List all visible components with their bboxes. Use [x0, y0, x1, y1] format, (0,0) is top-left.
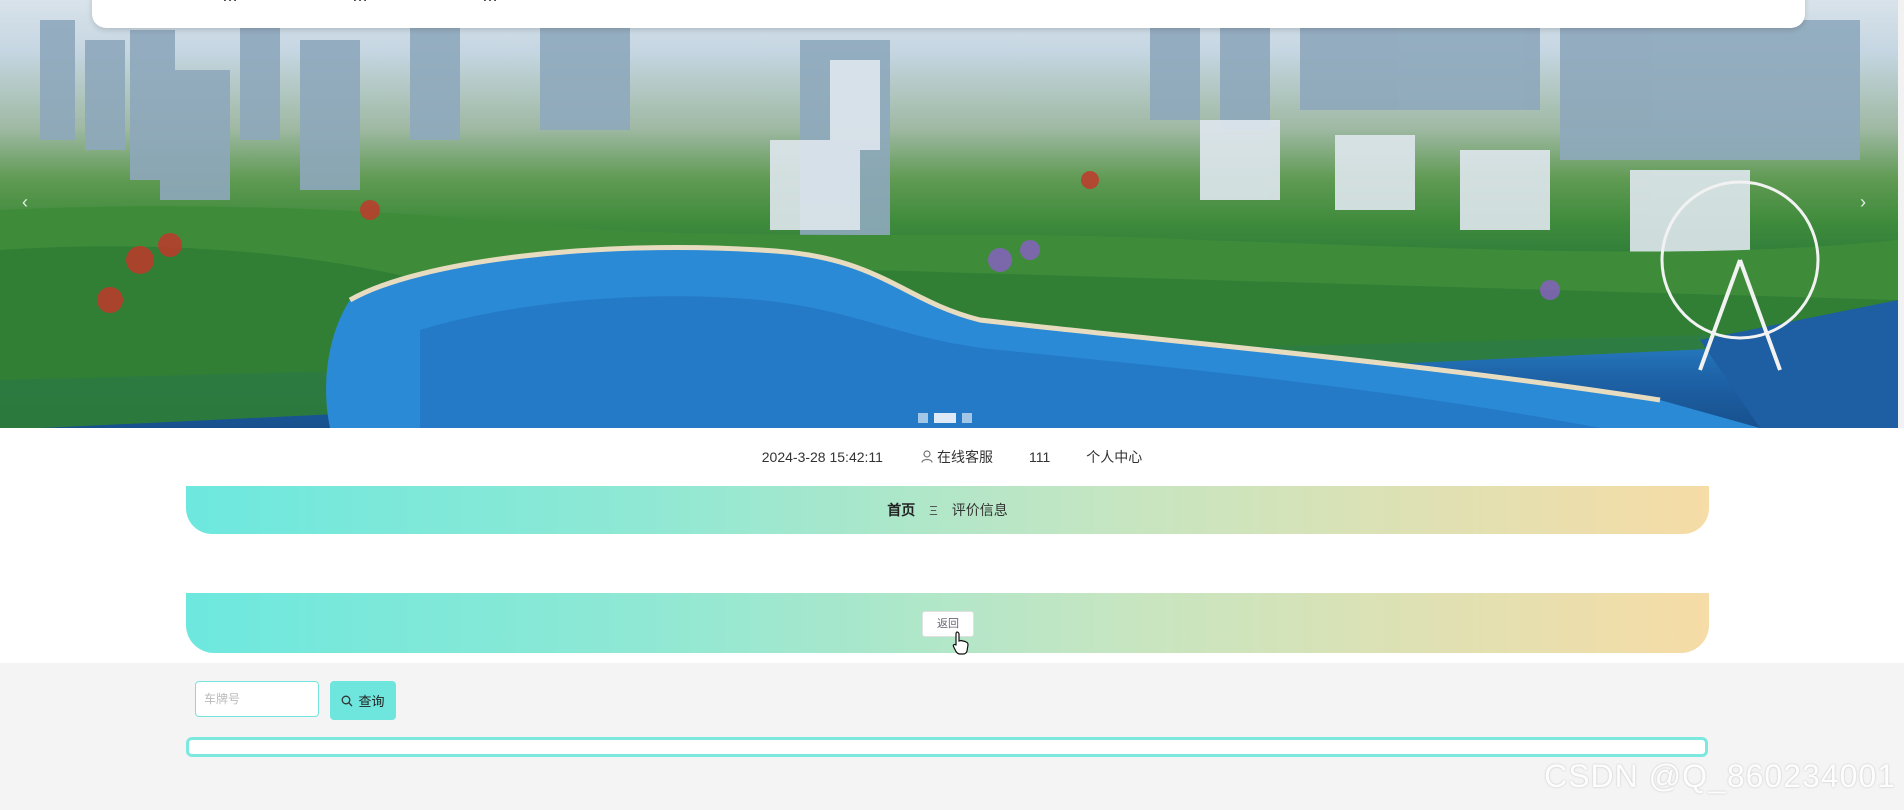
- top-navigation: … … …: [92, 0, 1805, 28]
- breadcrumb-home[interactable]: 首页: [887, 500, 915, 520]
- breadcrumb-current: 评价信息: [951, 502, 1008, 518]
- username-text[interactable]: 111: [1029, 449, 1050, 465]
- user-icon: [921, 450, 933, 463]
- results-table: [186, 737, 1708, 757]
- carousel-dot-3[interactable]: [962, 413, 972, 423]
- online-service-label: 在线客服: [936, 449, 993, 465]
- search-button[interactable]: 查询: [330, 681, 396, 720]
- license-plate-search-input[interactable]: [195, 681, 319, 717]
- carousel-dot-1[interactable]: [918, 413, 928, 423]
- chevron-right-icon[interactable]: ›: [1860, 192, 1866, 213]
- hero-banner: … … … ‹ ›: [0, 0, 1898, 428]
- search-icon: [342, 695, 353, 706]
- nav-item-1[interactable]: …: [222, 0, 238, 6]
- nav-item-2[interactable]: …: [352, 0, 368, 6]
- search-button-label: 查询: [358, 694, 385, 709]
- city-waterfront-image: [0, 0, 1898, 428]
- detail-action-bar: 返回: [186, 593, 1709, 653]
- breadcrumb: 首页 Ξ 评价信息: [186, 486, 1709, 534]
- carousel-indicators: [918, 413, 972, 423]
- info-bar: 2024-3-28 15:42:11 在线客服 111 个人中心: [0, 445, 1904, 469]
- breadcrumb-separator: Ξ: [929, 502, 938, 518]
- datetime-text: 2024-3-28 15:42:11: [761, 449, 883, 465]
- nav-item-3[interactable]: …: [482, 0, 498, 6]
- online-service-link[interactable]: 在线客服: [921, 447, 993, 467]
- personal-center-link[interactable]: 个人中心: [1086, 447, 1142, 467]
- scrollbar[interactable]: [1898, 0, 1904, 428]
- watermark-text: CSDN @Q_860234001: [1544, 758, 1896, 794]
- list-panel: [186, 663, 1709, 798]
- chevron-left-icon[interactable]: ‹: [22, 192, 28, 213]
- hand-cursor-icon: [952, 631, 969, 655]
- carousel-dot-2[interactable]: [934, 413, 956, 423]
- breadcrumb-bar: 首页 Ξ 评价信息: [186, 486, 1709, 534]
